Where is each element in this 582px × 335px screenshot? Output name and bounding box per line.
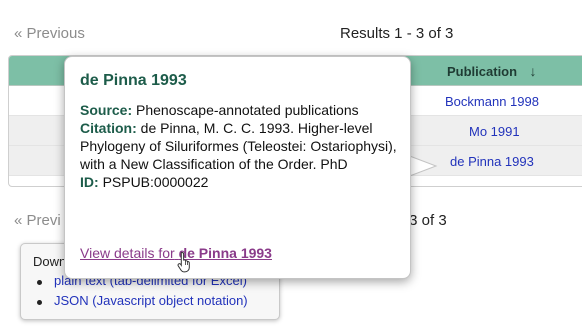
source-label: Source: (80, 102, 133, 118)
publication-link[interactable]: Mo 1991 (469, 124, 520, 139)
publication-link[interactable]: Bockmann 1998 (445, 94, 539, 109)
previous-link[interactable]: « Previous (14, 25, 85, 42)
publication-popover: de Pinna 1993 Source: Phenoscape-annotat… (64, 56, 411, 279)
sort-down-icon: ↓ (529, 63, 537, 79)
source-value: Phenoscape-annotated publications (136, 102, 359, 118)
id-label: ID: (80, 174, 99, 190)
id-value: PSPUB:0000022 (102, 174, 209, 190)
download-title: Down (33, 254, 67, 269)
previous-link-bottom[interactable]: « Previ (14, 212, 61, 229)
publication-link[interactable]: de Pinna 1993 (450, 154, 534, 169)
results-count: Results 1 - 3 of 3 (340, 25, 454, 42)
view-details-prefix: View details for (80, 245, 175, 261)
popover-details: Source: Phenoscape-annotated publication… (80, 101, 400, 191)
citation-line: Citation: de Pinna, M. C. C. 1993. Highe… (80, 119, 400, 173)
download-json-link[interactable]: JSON (Javascript object notation) (54, 293, 248, 308)
popover-title: de Pinna 1993 (80, 72, 187, 89)
publication-header-label: Publication (447, 64, 518, 79)
popover-arrow (406, 154, 438, 179)
source-line: Source: Phenoscape-annotated publication… (80, 101, 400, 119)
hand-pointer-icon (177, 251, 190, 273)
citation-label: Citation: (80, 120, 137, 136)
bullet-icon (37, 280, 42, 285)
bullet-icon (37, 300, 42, 305)
id-line: ID: PSPUB:0000022 (80, 173, 400, 191)
sort-publication-header[interactable]: Publication ↓ (447, 63, 537, 81)
